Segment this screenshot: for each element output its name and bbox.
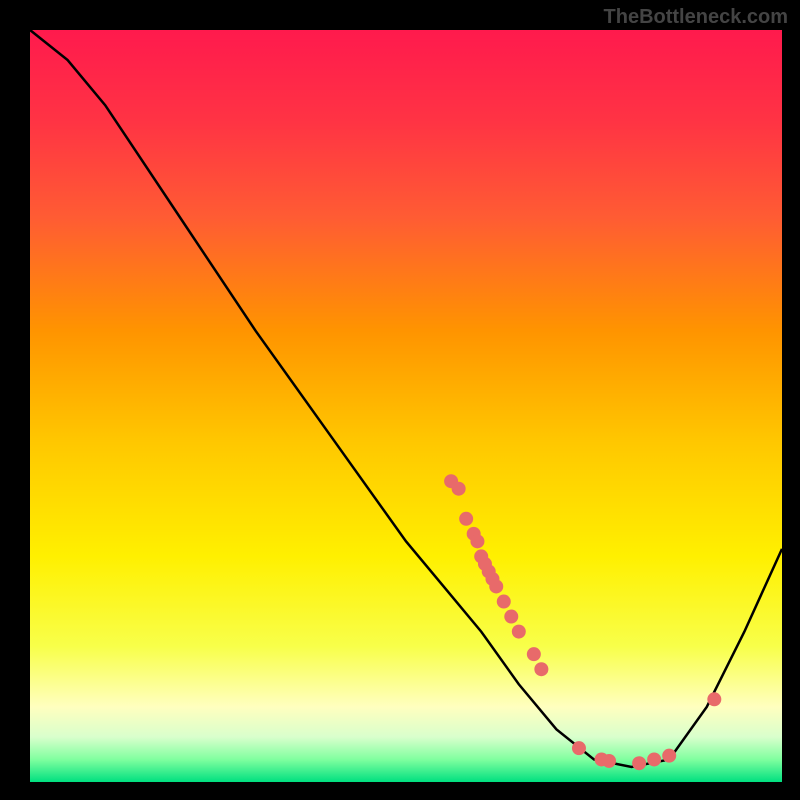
data-marker	[602, 754, 616, 768]
data-marker	[489, 579, 503, 593]
data-marker	[632, 756, 646, 770]
data-marker	[572, 741, 586, 755]
data-marker	[647, 752, 661, 766]
bottleneck-chart	[0, 0, 800, 800]
data-marker	[534, 662, 548, 676]
plot-background	[30, 30, 782, 782]
chart-container: TheBottleneck.com	[0, 0, 800, 800]
data-marker	[497, 595, 511, 609]
data-marker	[707, 692, 721, 706]
data-marker	[512, 625, 526, 639]
data-marker	[452, 482, 466, 496]
watermark-text: TheBottleneck.com	[604, 6, 788, 29]
data-marker	[459, 512, 473, 526]
data-marker	[470, 534, 484, 548]
data-marker	[504, 610, 518, 624]
data-marker	[662, 749, 676, 763]
data-marker	[527, 647, 541, 661]
